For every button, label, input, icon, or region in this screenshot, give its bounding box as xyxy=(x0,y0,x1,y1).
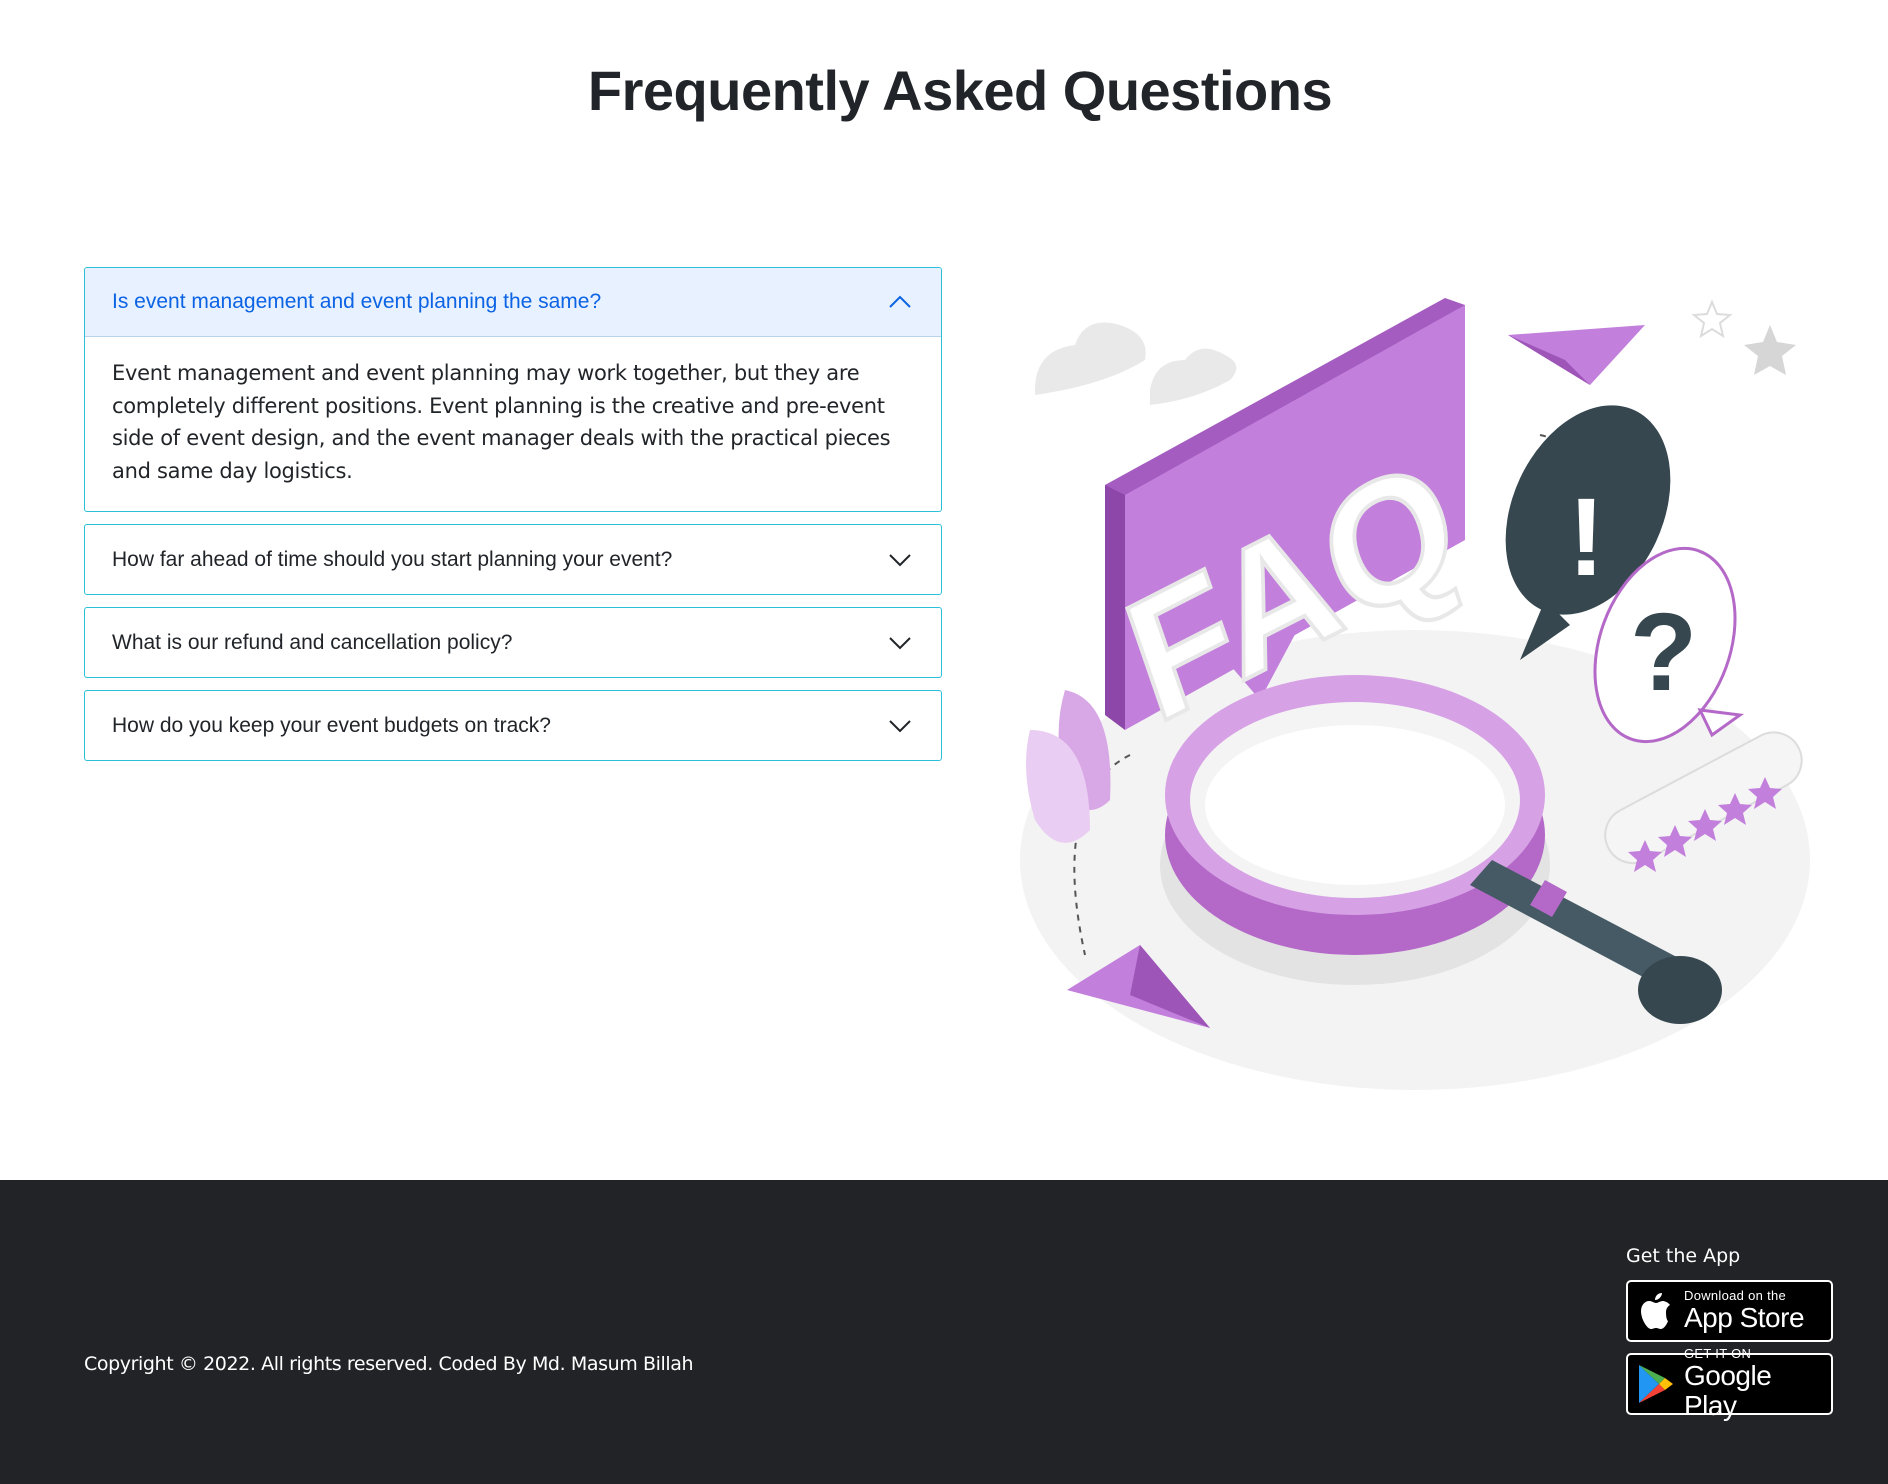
faq-question-toggle[interactable]: How do you keep your event budgets on tr… xyxy=(85,691,941,760)
faq-item: What is our refund and cancellation poli… xyxy=(84,607,942,678)
app-store-small-label: Download on the xyxy=(1684,1288,1787,1303)
star-icon xyxy=(1744,325,1796,375)
faq-question-text: How do you keep your event budgets on tr… xyxy=(112,713,551,737)
get-app-title: Get the App xyxy=(1626,1245,1741,1267)
faq-illustration: FAQ ! ? xyxy=(1020,298,1810,1090)
faq-accordion: Is event management and event planning t… xyxy=(84,267,942,773)
chevron-down-icon xyxy=(887,547,913,573)
faq-answer: Event management and event planning may … xyxy=(112,361,891,483)
google-play-small-label: GET IT ON xyxy=(1683,1346,1752,1361)
faq-question-toggle[interactable]: What is our refund and cancellation poli… xyxy=(85,608,941,677)
star-icon xyxy=(1691,299,1733,339)
app-store-big-label: App Store xyxy=(1684,1302,1805,1333)
copyright-text: Copyright © 2022. All rights reserved. C… xyxy=(84,1353,694,1375)
faq-item: How do you keep your event budgets on tr… xyxy=(84,690,942,761)
faq-item: Is event management and event planning t… xyxy=(84,267,942,512)
google-play-big-label: Google Play xyxy=(1683,1360,1772,1421)
chevron-down-icon xyxy=(887,713,913,739)
faq-question-toggle[interactable]: Is event management and event planning t… xyxy=(85,268,941,337)
paper-plane-icon xyxy=(1508,325,1645,385)
exclamation-text: ! xyxy=(1568,476,1605,599)
app-store-badge[interactable]: Download on the App Store xyxy=(1626,1280,1833,1342)
apple-icon xyxy=(1628,1282,1684,1340)
faq-question-text: What is our refund and cancellation poli… xyxy=(112,630,513,654)
faq-item: How far ahead of time should you start p… xyxy=(84,524,942,595)
google-play-icon xyxy=(1628,1355,1684,1413)
question-text: ? xyxy=(1630,591,1697,714)
chevron-up-icon xyxy=(887,289,913,315)
google-play-badge[interactable]: GET IT ON Google Play xyxy=(1626,1347,1833,1421)
faq-question-text: How far ahead of time should you start p… xyxy=(112,547,673,571)
faq-question-text: Is event management and event planning t… xyxy=(112,290,602,313)
site-footer: Copyright © 2022. All rights reserved. C… xyxy=(0,1180,1888,1484)
chevron-down-icon xyxy=(887,630,913,656)
faq-question-toggle[interactable]: How far ahead of time should you start p… xyxy=(85,525,941,594)
page-title: Frequently Asked Questions xyxy=(587,59,1333,122)
cloud-icon xyxy=(1035,322,1237,405)
